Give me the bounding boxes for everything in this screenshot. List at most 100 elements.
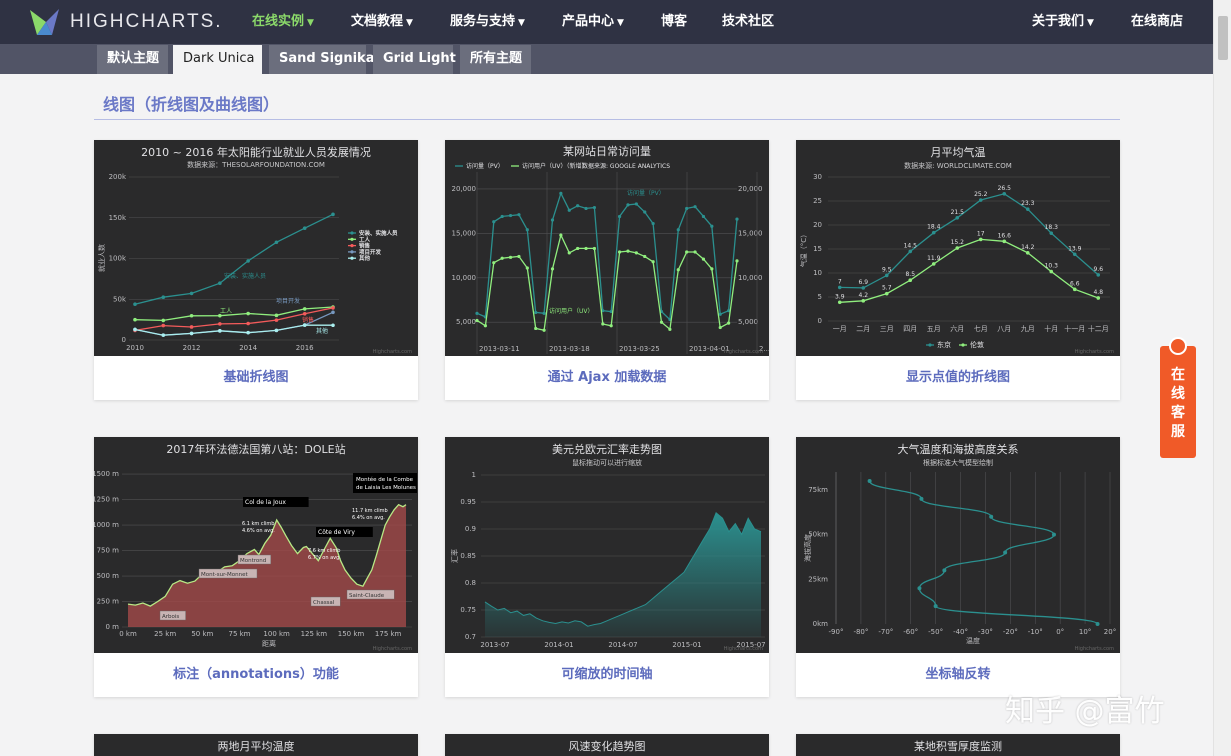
data-point: [917, 586, 922, 591]
chart-thumbnail[interactable]: 大气温度和海拔高度关系 根据标准大气模型绘制 -90° -80° -70° -60° -50…: [796, 437, 1120, 653]
data-point: [246, 330, 250, 335]
data-label: 15.2: [951, 239, 965, 246]
chevron-down-icon: ▼: [406, 18, 413, 28]
data-point: [133, 327, 137, 332]
data-point: [685, 206, 689, 211]
nav-item-community[interactable]: 技术社区: [722, 0, 774, 44]
chart-thumbnail[interactable]: 2017年环法德法国第八站：DOLE站 0 m 250 m 500 m 750 m 100…: [94, 437, 418, 653]
chart-thumbnail[interactable]: 风速变化趋势图: [445, 734, 769, 756]
example-card-partial[interactable]: 两地月平均温度: [94, 734, 418, 756]
tab-sand-signika[interactable]: Sand Signika: [269, 45, 374, 74]
card-caption[interactable]: 显示点值的折线图: [796, 356, 1120, 400]
chevron-down-icon: ▼: [1087, 18, 1094, 28]
x-tick-label: 一月: [833, 325, 847, 333]
nav-item-about[interactable]: 关于我们 ▼: [1032, 0, 1094, 44]
top-navbar: HIGHCHARTS. 在线实例 ▼ 文档教程 ▼ 服务与支持 ▼ 产品中心 ▼ 博客 …: [0, 0, 1231, 44]
data-point: [651, 221, 655, 226]
x-tick-label: 2016: [296, 344, 314, 352]
data-label: 26.5: [998, 185, 1012, 192]
y-tick-label: 1: [472, 471, 476, 479]
card-caption[interactable]: 可缩放的时间轴: [445, 653, 769, 697]
chart-thumbnail[interactable]: 2010 ~ 2016 年太阳能行业就业人员发展情况 数据来源：THESOLARF…: [94, 140, 418, 356]
x-tick-label: 十月: [1044, 324, 1058, 333]
chat-bubble-icon: [1169, 337, 1187, 355]
data-point: [189, 325, 194, 329]
chart-svg: 大气温度和海拔高度关系根据标准大气模型绘制 -90° -80° -70° -60° -50…: [803, 442, 1116, 652]
data-point: [331, 212, 335, 217]
tab-grid-light[interactable]: Grid Light: [373, 45, 456, 74]
example-card-data-labels[interactable]: 月平均气温 数据来源: WORLDCLIMATE.COM 0 5 10 15 20 25 30 气…: [796, 140, 1120, 400]
data-point: [718, 312, 722, 316]
data-point: [133, 302, 137, 306]
data-label: 7: [838, 278, 842, 285]
nav-item-docs[interactable]: 文档教程 ▼: [351, 0, 413, 44]
example-card-ajax[interactable]: 某网站日常访问量 访问量（PV） 访问用户（UV）（新增） 数据来源: GOOGLE …: [445, 140, 769, 400]
card-caption[interactable]: 通过 Ajax 加载数据: [445, 356, 769, 400]
x-tick-label: 175 km: [375, 630, 402, 638]
online-service-button[interactable]: 在线客服: [1160, 337, 1196, 458]
data-label: 6.6: [1070, 280, 1080, 287]
example-card-partial[interactable]: 风速变化趋势图: [445, 734, 769, 756]
data-point: [534, 310, 538, 315]
nav-item-products[interactable]: 产品中心 ▼: [562, 0, 624, 44]
tab-all-themes[interactable]: 所有主题: [460, 45, 531, 74]
data-point: [592, 205, 597, 210]
highcharts-logo[interactable]: HIGHCHARTS.: [28, 8, 223, 36]
chart-thumbnail[interactable]: 月平均气温 数据来源: WORLDCLIMATE.COM 0 5 10 15 20 25 30 气…: [796, 140, 1120, 356]
chart-subtitle: 根据标准大气模型绘制: [923, 458, 993, 467]
x-tick-label: 100 km: [263, 630, 290, 638]
x-tick-label: 2012: [183, 344, 201, 352]
data-label: 13.9: [1068, 245, 1082, 252]
data-point: [189, 291, 194, 296]
nav-item-blog[interactable]: 博客: [661, 0, 687, 44]
data-point: [626, 249, 630, 253]
data-point: [634, 202, 638, 206]
legend-label: 访问量（PV）: [466, 162, 504, 170]
data-point: [517, 254, 521, 259]
chart-thumbnail[interactable]: 两地月平均温度: [94, 734, 418, 756]
logo-mark-icon: [30, 9, 59, 35]
card-caption[interactable]: 标注（annotations）功能: [94, 653, 418, 697]
data-point: [837, 300, 842, 305]
chart-svg: 月平均气温数据来源: WORLDCLIMATE.COM 0 5 10 15 20 25 30 气…: [799, 145, 1114, 355]
nav-label: 产品中心: [562, 14, 615, 29]
tab-dark-unica[interactable]: Dark Unica: [173, 45, 262, 74]
nav-item-online-examples[interactable]: 在线实例 ▼: [252, 0, 314, 44]
credits-text: Highcharts.com: [724, 646, 763, 652]
chart-thumbnail[interactable]: 美元兑欧元汇率走势图 鼠标拖动可以进行缩放 0.7 0.75 0.8 0.85 0.9 0.9…: [445, 437, 769, 653]
nav-label: 技术社区: [722, 14, 775, 29]
example-card-basic-line[interactable]: 2010 ~ 2016 年太阳能行业就业人员发展情况 数据来源：THESOLARF…: [94, 140, 418, 400]
data-point: [710, 267, 714, 271]
chart-thumbnail[interactable]: 某地积雪厚度监测: [796, 734, 1120, 756]
y-tick-label: 1500 m: [94, 470, 119, 478]
data-point: [1025, 207, 1030, 211]
chart-thumbnail[interactable]: 某网站日常访问量 访问量（PV） 访问用户（UV）（新增） 数据来源: GOOGLE …: [445, 140, 769, 356]
example-card-partial[interactable]: 某地积雪厚度监测: [796, 734, 1120, 756]
example-card-inverted-axis[interactable]: 大气温度和海拔高度关系 根据标准大气模型绘制 -90° -80° -70° -60° -50…: [796, 437, 1120, 697]
tab-default-theme[interactable]: 默认主题: [97, 45, 168, 74]
data-point: [1003, 550, 1008, 555]
y-tick-label: 25: [813, 197, 822, 205]
data-label: 9.6: [1093, 266, 1103, 273]
example-card-zoomable-time[interactable]: 美元兑欧元汇率走势图 鼠标拖动可以进行缩放 0.7 0.75 0.8 0.85 0.9 0.9…: [445, 437, 769, 697]
scrollbar-thumb[interactable]: [1218, 16, 1228, 60]
example-card-annotations[interactable]: 2017年环法德法国第八站：DOLE站 0 m 250 m 500 m 750 m 100…: [94, 437, 418, 697]
x-tick-label: -70°: [878, 628, 893, 636]
data-point: [584, 246, 588, 251]
y-tick-label: 0.75: [460, 606, 476, 614]
nav-item-store[interactable]: 在线商店: [1131, 0, 1183, 44]
legend-marker: [350, 244, 354, 248]
credits-text: Highcharts.com: [373, 349, 412, 355]
legend-label: 项目开发: [359, 248, 382, 256]
nav-item-services[interactable]: 服务与支持 ▼: [450, 0, 525, 44]
card-caption[interactable]: 基础折线图: [94, 356, 418, 400]
y-axis-label: 就业人数: [97, 244, 106, 272]
y-tick-label: 1250 m: [94, 496, 119, 504]
x-axis-label: 温度: [966, 636, 980, 645]
y-axis-label: 气温（°C）: [799, 231, 808, 267]
x-tick-label: 八月: [997, 325, 1011, 333]
data-point: [331, 306, 335, 310]
page-scrollbar[interactable]: [1213, 0, 1231, 756]
legend-label: 东京: [937, 340, 951, 349]
chart-svg: 风速变化趋势图: [569, 739, 646, 753]
